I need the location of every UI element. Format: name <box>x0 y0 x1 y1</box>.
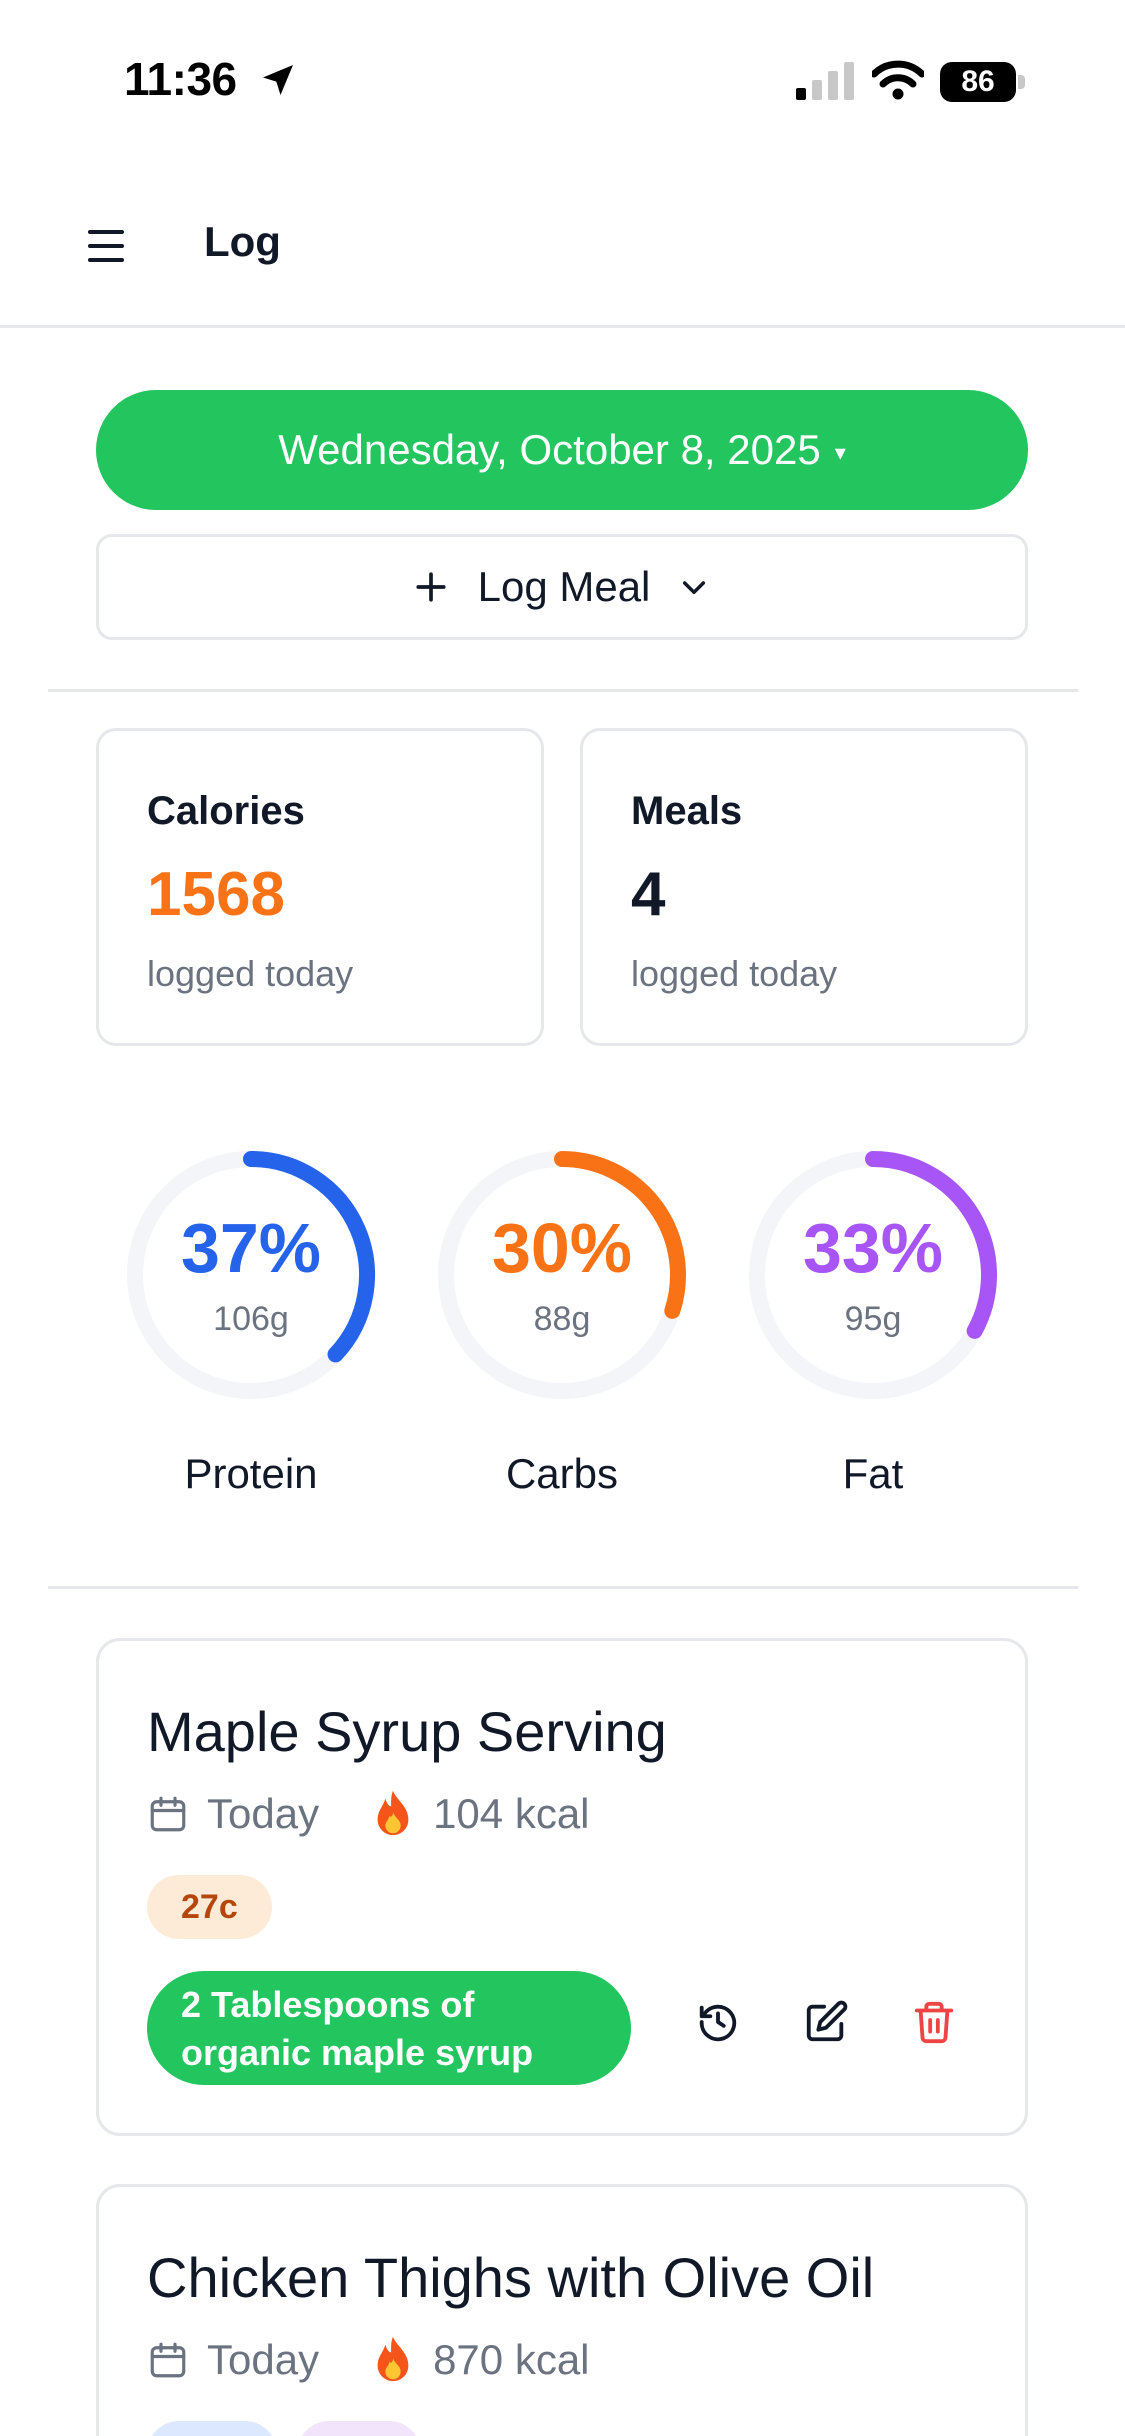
fat-grams: 95g <box>844 1300 902 1338</box>
battery-cap <box>1018 75 1025 89</box>
location-arrow-icon <box>263 65 293 95</box>
meal-description-pill[interactable]: 2 Tablespoons of organic maple syrup <box>147 1971 631 2085</box>
log-meal-button[interactable]: Log Meal <box>96 534 1028 640</box>
calories-title: Calories <box>147 789 305 833</box>
cellular-signal-icon <box>796 62 854 100</box>
history-icon[interactable] <box>695 1999 741 2045</box>
meal-meta: Today 870 kcal <box>147 2335 590 2385</box>
caret-down-icon: ▾ <box>834 440 846 465</box>
meal-card[interactable]: Maple Syrup Serving Today 104 kcal 27c 2… <box>96 1638 1028 2136</box>
fire-icon <box>377 1790 409 1836</box>
meals-title: Meals <box>631 789 743 833</box>
status-time: 11:36 <box>124 53 237 105</box>
protein-label: Protein <box>184 1450 318 1497</box>
divider <box>48 1586 1078 1589</box>
meal-date: Today <box>207 2336 320 2383</box>
status-bar: 11:36 86 <box>0 0 1125 150</box>
fat-label: Fat <box>842 1450 904 1497</box>
menu-icon[interactable] <box>88 230 128 264</box>
meal-calories: 104 kcal <box>433 1790 590 1837</box>
meal-meta: Today 104 kcal <box>147 1789 590 1839</box>
date-label: Wednesday, October 8, 2025 <box>278 426 821 473</box>
edit-icon[interactable] <box>803 1999 849 2045</box>
divider <box>48 689 1078 692</box>
meal-card[interactable]: Chicken Thighs with Olive Oil Today 870 … <box>96 2184 1028 2436</box>
fire-icon <box>377 2336 409 2382</box>
meal-title: Maple Syrup Serving <box>147 1700 667 1763</box>
meals-subtitle: logged today <box>631 953 838 994</box>
carbs-label: Carbs <box>505 1450 619 1497</box>
chevron-down-icon <box>683 581 706 595</box>
protein-grams: 106g <box>213 1300 289 1338</box>
meal-date: Today <box>207 1790 320 1837</box>
trash-icon[interactable] <box>911 1999 957 2045</box>
meal-calories: 870 kcal <box>433 2336 590 2383</box>
protein-percent: 37% <box>180 1209 322 1287</box>
calories-subtitle: logged today <box>147 953 354 994</box>
fat-badge <box>297 2421 421 2436</box>
date-selector-button[interactable]: Wednesday, October 8, 2025 ▾ <box>96 390 1028 510</box>
macro-badges: 27c <box>147 1875 292 1939</box>
battery-level: 86 <box>940 62 1016 102</box>
meals-value: 4 <box>631 860 666 929</box>
carbs-badge: 27c <box>147 1875 272 1939</box>
fat-percent: 33% <box>802 1209 944 1287</box>
carbs-percent: 30% <box>491 1209 633 1287</box>
page-title: Log <box>204 218 281 265</box>
log-meal-label: Log Meal <box>477 563 651 610</box>
app-header: Log <box>0 150 1125 328</box>
macro-badges <box>147 2421 441 2436</box>
calories-value: 1568 <box>147 860 285 929</box>
meals-card: Meals 4 logged today <box>580 728 1028 1046</box>
protein-badge <box>147 2421 277 2436</box>
battery-indicator: 86 <box>940 62 1026 102</box>
meal-title: Chicken Thighs with Olive Oil <box>147 2246 875 2309</box>
calendar-icon <box>150 2342 186 2378</box>
calendar-icon <box>150 1796 186 1832</box>
plus-icon <box>416 572 446 602</box>
calories-card: Calories 1568 logged today <box>96 728 544 1046</box>
wifi-icon <box>872 60 924 100</box>
carbs-grams: 88g <box>533 1300 591 1338</box>
